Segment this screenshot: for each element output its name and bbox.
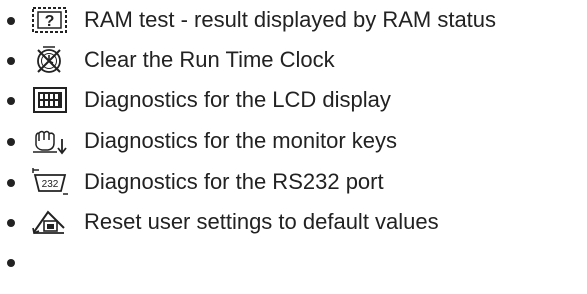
home-reset-icon	[30, 206, 70, 238]
menu-item-label: Diagnostics for the RS232 port	[84, 169, 384, 194]
bullet	[7, 17, 15, 25]
bullet	[7, 138, 15, 146]
menu-item-empty	[0, 244, 587, 280]
bullet	[7, 219, 15, 227]
bullet	[7, 179, 15, 187]
bullet	[7, 57, 15, 65]
menu-item-rs232-diagnostics[interactable]: 232 Diagnostics for the RS232 port	[0, 164, 587, 200]
svg-text:?: ?	[45, 13, 55, 30]
ram-test-question-icon: ?	[30, 4, 70, 36]
menu-item-lcd-diagnostics[interactable]: Diagnostics for the LCD display	[0, 82, 587, 118]
menu-item-label: Reset user settings to default values	[84, 209, 439, 234]
rs232-port-icon: 232	[30, 166, 70, 198]
keypad-press-icon	[30, 125, 70, 157]
bullet	[7, 97, 15, 105]
bullet	[7, 259, 15, 267]
menu-item-monitor-keys-diagnostics[interactable]: Diagnostics for the monitor keys	[0, 123, 587, 159]
svg-text:232: 232	[42, 179, 59, 190]
lcd-display-icon	[30, 84, 70, 116]
menu-item-label: Diagnostics for the LCD display	[84, 87, 391, 112]
diagnostics-menu-list: ? RAM test - result displayed by RAM sta…	[0, 0, 587, 294]
menu-item-clear-run-time-clock[interactable]: Clear the Run Time Clock	[0, 42, 587, 78]
menu-item-label: Diagnostics for the monitor keys	[84, 128, 398, 153]
clock-reset-icon	[30, 44, 70, 76]
menu-item-label: RAM test - result displayed by RAM statu…	[84, 7, 497, 32]
menu-item-reset-user-settings[interactable]: Reset user settings to default values	[0, 204, 587, 240]
menu-item-label: Clear the Run Time Clock	[84, 47, 335, 72]
menu-item-ram-test[interactable]: ? RAM test - result displayed by RAM sta…	[0, 2, 587, 38]
